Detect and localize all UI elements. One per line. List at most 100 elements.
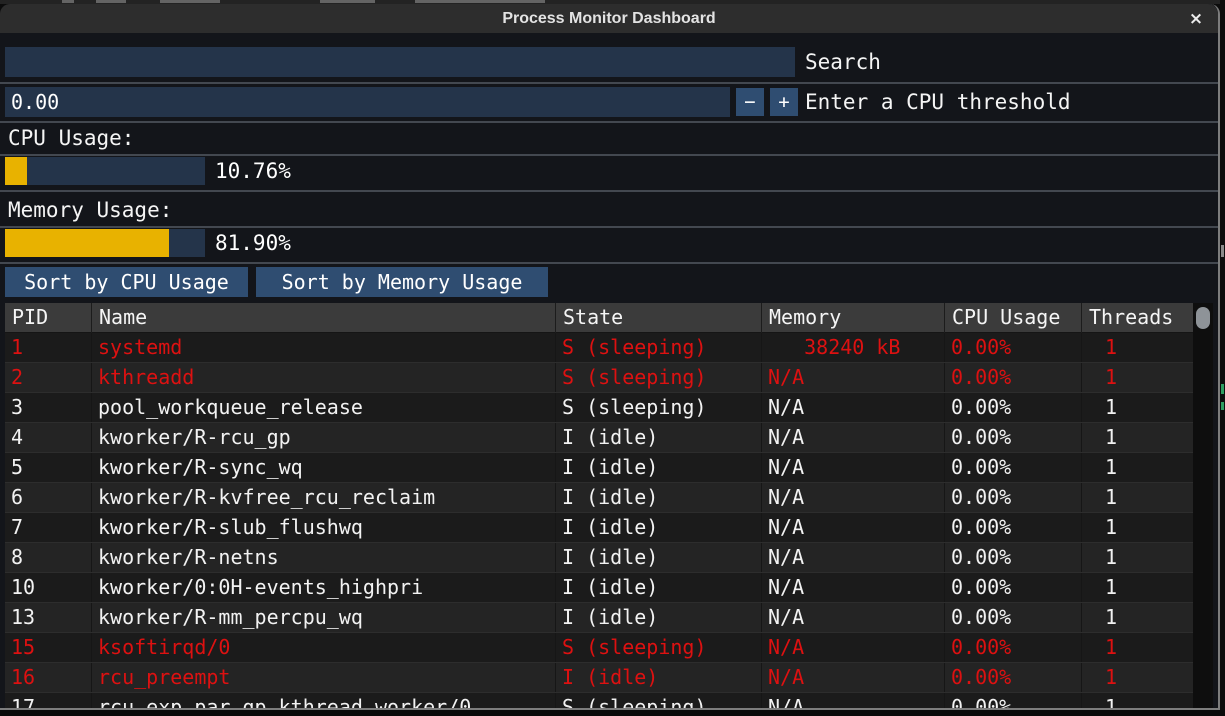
cell-memory: N/A (762, 453, 945, 482)
table-scrollbar-thumb[interactable] (1196, 307, 1210, 329)
cpu-progressbar-fill (5, 157, 27, 185)
table-row[interactable]: 4 kworker/R-rcu_gp I (idle) N/A 0.00% 1 (5, 423, 1193, 453)
cell-pid: 1 (5, 333, 92, 362)
table-row[interactable]: 17 rcu_exp_par_gp_kthread_worker/0 S (sl… (5, 693, 1193, 708)
memory-progressbar-fill (5, 229, 169, 257)
separator (0, 82, 1218, 84)
column-header-memory[interactable]: Memory (762, 303, 945, 333)
background-window-right-sliver (1220, 0, 1225, 716)
search-label: Search (805, 47, 881, 77)
cpu-usage-label: CPU Usage: (8, 123, 134, 153)
background-artifact (62, 0, 74, 3)
column-header-pid[interactable]: PID (5, 303, 92, 333)
cell-memory: N/A (762, 393, 945, 422)
cell-state: I (idle) (556, 543, 762, 572)
cell-cpu: 0.00% (945, 633, 1082, 662)
cell-state: S (sleeping) (556, 363, 762, 392)
spin-increment-button[interactable]: + (770, 88, 798, 116)
background-artifact (1221, 402, 1224, 410)
cell-state: I (idle) (556, 663, 762, 692)
table-row[interactable]: 13 kworker/R-mm_percpu_wq I (idle) N/A 0… (5, 603, 1193, 633)
cell-cpu: 0.00% (945, 513, 1082, 542)
cell-memory: N/A (762, 483, 945, 512)
cell-name: rcu_preempt (92, 663, 556, 692)
table-row[interactable]: 16 rcu_preempt I (idle) N/A 0.00% 1 (5, 663, 1193, 693)
cell-pid: 13 (5, 603, 92, 632)
table-row[interactable]: 7 kworker/R-slub_flushwq I (idle) N/A 0.… (5, 513, 1193, 543)
separator (0, 226, 1218, 228)
spin-decrement-button[interactable]: − (736, 88, 764, 116)
cell-pid: 2 (5, 363, 92, 392)
cell-memory: N/A (762, 423, 945, 452)
table-row[interactable]: 5 kworker/R-sync_wq I (idle) N/A 0.00% 1 (5, 453, 1193, 483)
cell-pid: 4 (5, 423, 92, 452)
memory-progressbar (5, 229, 205, 257)
cell-memory: N/A (762, 543, 945, 572)
cell-cpu: 0.00% (945, 663, 1082, 692)
column-header-cpu[interactable]: CPU Usage (945, 303, 1082, 333)
cell-cpu: 0.00% (945, 393, 1082, 422)
table-row[interactable]: 1 systemd S (sleeping) 38240 kB 0.00% 1 (5, 333, 1193, 363)
table-body: 1 systemd S (sleeping) 38240 kB 0.00% 1 … (5, 333, 1193, 708)
cell-memory: N/A (762, 603, 945, 632)
separator (0, 262, 1218, 264)
cell-memory: N/A (762, 663, 945, 692)
cell-state: S (sleeping) (556, 333, 762, 362)
table-row[interactable]: 15 ksoftirqd/0 S (sleeping) N/A 0.00% 1 (5, 633, 1193, 663)
cell-memory: N/A (762, 573, 945, 602)
cell-threads: 1 (1082, 393, 1193, 422)
cell-threads: 1 (1082, 363, 1193, 392)
cell-pid: 17 (5, 693, 92, 708)
cell-threads: 1 (1082, 333, 1193, 362)
table-row[interactable]: 6 kworker/R-kvfree_rcu_reclaim I (idle) … (5, 483, 1193, 513)
cell-threads: 1 (1082, 543, 1193, 572)
table-row[interactable]: 2 kthreadd S (sleeping) N/A 0.00% 1 (5, 363, 1193, 393)
table-row[interactable]: 8 kworker/R-netns I (idle) N/A 0.00% 1 (5, 543, 1193, 573)
cell-threads: 1 (1082, 693, 1193, 708)
cell-state: I (idle) (556, 423, 762, 452)
cell-state: I (idle) (556, 513, 762, 542)
table-row[interactable]: 3 pool_workqueue_release S (sleeping) N/… (5, 393, 1193, 423)
separator (0, 121, 1218, 123)
close-icon[interactable]: × (1184, 4, 1208, 33)
background-window-bottom-sliver (0, 710, 1225, 716)
cell-threads: 1 (1082, 573, 1193, 602)
titlebar[interactable]: Process Monitor Dashboard × (0, 4, 1218, 33)
cell-name: kworker/R-mm_percpu_wq (92, 603, 556, 632)
cell-threads: 1 (1082, 663, 1193, 692)
cell-cpu: 0.00% (945, 543, 1082, 572)
cell-name: kworker/R-rcu_gp (92, 423, 556, 452)
cell-pid: 16 (5, 663, 92, 692)
app-window: Process Monitor Dashboard × Search 0.00 … (0, 4, 1220, 710)
column-header-state[interactable]: State (556, 303, 762, 333)
background-artifact (415, 0, 545, 3)
process-table: PID Name State Memory CPU Usage Threads … (5, 303, 1193, 708)
cell-pid: 7 (5, 513, 92, 542)
cell-state: S (sleeping) (556, 633, 762, 662)
cell-memory: 38240 kB (762, 333, 945, 362)
separator (0, 154, 1218, 156)
column-header-name[interactable]: Name (92, 303, 556, 333)
cpu-percent-text: 10.76% (215, 157, 291, 185)
cpu-threshold-input[interactable]: 0.00 (5, 87, 730, 117)
search-input[interactable] (5, 47, 795, 77)
cell-pid: 8 (5, 543, 92, 572)
cell-memory: N/A (762, 363, 945, 392)
sort-by-cpu-button[interactable]: Sort by CPU Usage (5, 267, 248, 297)
cell-name: kworker/R-sync_wq (92, 453, 556, 482)
cell-name: systemd (92, 333, 556, 362)
cell-memory: N/A (762, 693, 945, 708)
cell-cpu: 0.00% (945, 363, 1082, 392)
cell-cpu: 0.00% (945, 453, 1082, 482)
cell-pid: 15 (5, 633, 92, 662)
cpu-progressbar (5, 157, 205, 185)
table-row[interactable]: 10 kworker/0:0H-events_highpri I (idle) … (5, 573, 1193, 603)
cell-memory: N/A (762, 513, 945, 542)
background-artifact (160, 0, 220, 3)
cell-name: rcu_exp_par_gp_kthread_worker/0 (92, 693, 556, 708)
sort-by-memory-button[interactable]: Sort by Memory Usage (256, 267, 548, 297)
cell-name: kthreadd (92, 363, 556, 392)
column-header-threads[interactable]: Threads (1082, 303, 1193, 333)
cell-name: kworker/R-netns (92, 543, 556, 572)
table-scrollbar[interactable] (1193, 303, 1213, 708)
